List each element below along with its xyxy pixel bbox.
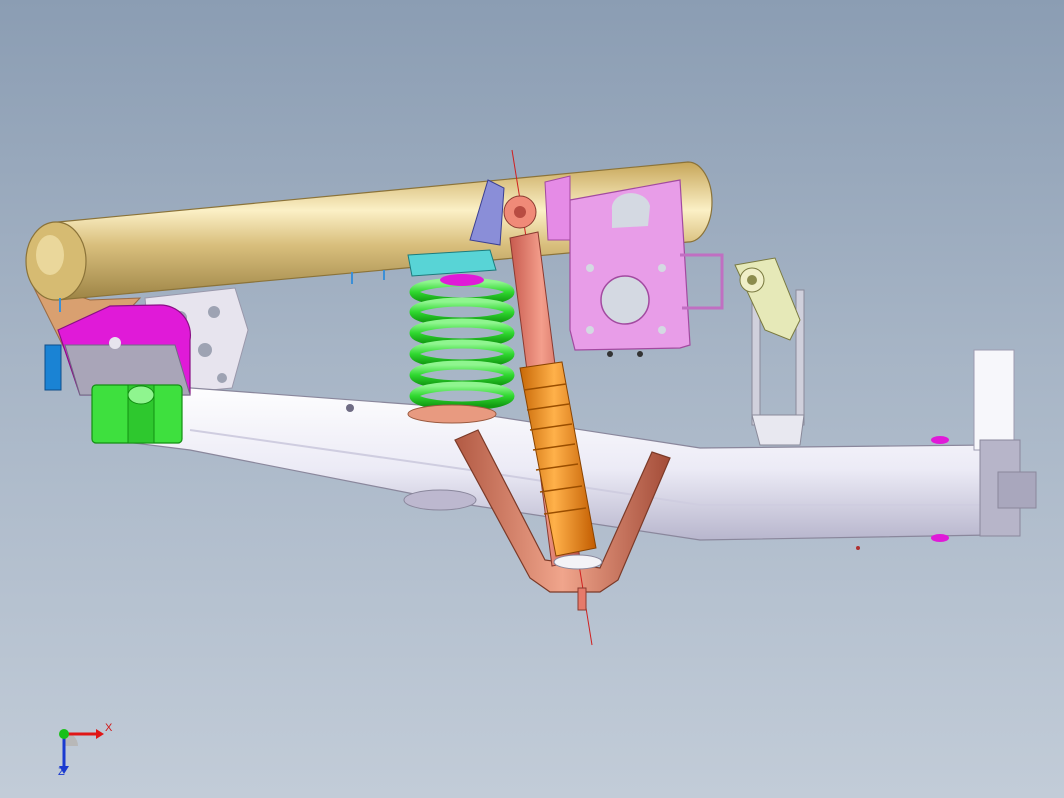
coil-spring[interactable] <box>407 274 515 424</box>
x-axis-label: X <box>105 722 113 734</box>
axis-triad: X Z <box>50 718 120 782</box>
rear-link[interactable] <box>734 257 805 446</box>
cad-viewport[interactable]: X Z <box>0 0 1064 798</box>
suspension-assembly-model[interactable] <box>0 0 1064 798</box>
z-axis-label: Z <box>58 766 65 778</box>
front-bushing[interactable] <box>91 384 183 444</box>
